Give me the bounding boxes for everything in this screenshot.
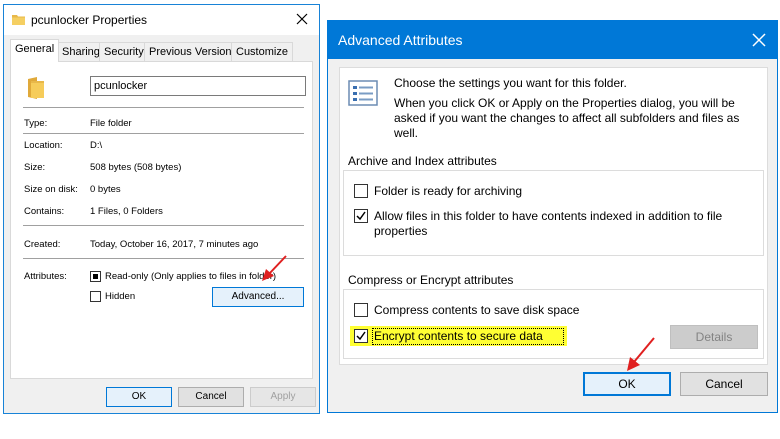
archiving-checkbox[interactable] <box>354 184 368 198</box>
red-arrow-icon <box>262 255 287 281</box>
advanced-button[interactable]: Advanced... <box>212 287 304 307</box>
tab-sharing[interactable]: Sharing <box>57 42 105 61</box>
contains-label: Contains: <box>24 206 65 217</box>
attributes-label: Attributes: <box>24 271 67 282</box>
advanced-titlebar[interactable]: Advanced Attributes <box>328 21 777 59</box>
advanced-attributes-window: Advanced Attributes Choose the settings … <box>327 20 778 413</box>
tab-security[interactable]: Security <box>99 42 149 61</box>
indexing-label-line-2: properties <box>374 224 428 238</box>
properties-titlebar[interactable]: pcunlocker Properties <box>4 5 319 35</box>
close-icon[interactable] <box>293 10 311 28</box>
red-arrow-icon <box>627 337 655 371</box>
location-label: Location: <box>24 140 63 151</box>
encrypt-label: Encrypt contents to secure data <box>374 329 543 343</box>
indexing-label-line-1: Allow files in this folder to have conte… <box>374 209 723 223</box>
intro-line-2: When you click OK or Apply on the Proper… <box>394 96 740 140</box>
readonly-checkbox[interactable] <box>90 271 101 282</box>
tab-general[interactable]: General <box>10 39 60 62</box>
tab-previous-versions[interactable]: Previous Versions <box>144 42 243 61</box>
separator <box>23 225 304 226</box>
details-button[interactable]: Details <box>670 325 758 349</box>
properties-title: pcunlocker Properties <box>31 13 148 27</box>
contains-value: 1 Files, 0 Folders <box>90 206 163 217</box>
hidden-label: Hidden <box>105 291 136 302</box>
size-on-disk-value: 0 bytes <box>90 184 121 195</box>
folder-large-icon <box>28 77 44 99</box>
folder-name-input[interactable]: pcunlocker <box>90 76 306 96</box>
size-on-disk-label: Size on disk: <box>24 184 78 195</box>
advanced-title: Advanced Attributes <box>338 32 463 48</box>
properties-window: pcunlocker Properties General Sharing Se… <box>3 4 320 414</box>
cancel-button[interactable]: Cancel <box>178 387 244 407</box>
compress-group-title: Compress or Encrypt attributes <box>348 273 514 287</box>
created-label: Created: <box>24 239 61 250</box>
ok-button[interactable]: OK <box>106 387 172 407</box>
checkmark-icon <box>356 331 366 341</box>
type-value: File folder <box>90 118 132 129</box>
archive-group-title: Archive and Index attributes <box>348 154 497 168</box>
compress-label: Compress contents to save disk space <box>374 303 580 317</box>
settings-list-icon <box>348 80 378 106</box>
checkmark-icon <box>356 211 366 221</box>
separator <box>23 107 304 108</box>
separator <box>23 133 304 134</box>
apply-button[interactable]: Apply <box>250 387 316 407</box>
indexing-checkbox[interactable] <box>354 209 368 223</box>
ok-button[interactable]: OK <box>583 372 671 396</box>
created-value: Today, October 16, 2017, 7 minutes ago <box>90 239 259 250</box>
intro-line-1: Choose the settings you want for this fo… <box>394 76 627 90</box>
compress-checkbox[interactable] <box>354 303 368 317</box>
type-label: Type: <box>24 118 48 129</box>
encrypt-checkbox[interactable] <box>354 329 368 343</box>
advanced-panel: Choose the settings you want for this fo… <box>339 67 768 365</box>
size-label: Size: <box>24 162 46 173</box>
cancel-button[interactable]: Cancel <box>680 372 768 396</box>
tab-strip: General Sharing Security Previous Versio… <box>10 39 313 62</box>
hidden-checkbox[interactable] <box>90 291 101 302</box>
readonly-label: Read-only (Only applies to files in fold… <box>105 271 277 282</box>
folder-icon <box>12 15 25 25</box>
general-tab-panel: pcunlocker Type: File folder Location: D… <box>10 61 313 379</box>
size-value: 508 bytes (508 bytes) <box>90 162 182 173</box>
location-value: D:\ <box>90 140 103 151</box>
close-icon[interactable] <box>751 32 767 48</box>
tab-customize[interactable]: Customize <box>231 42 293 61</box>
archiving-label: Folder is ready for archiving <box>374 184 523 198</box>
